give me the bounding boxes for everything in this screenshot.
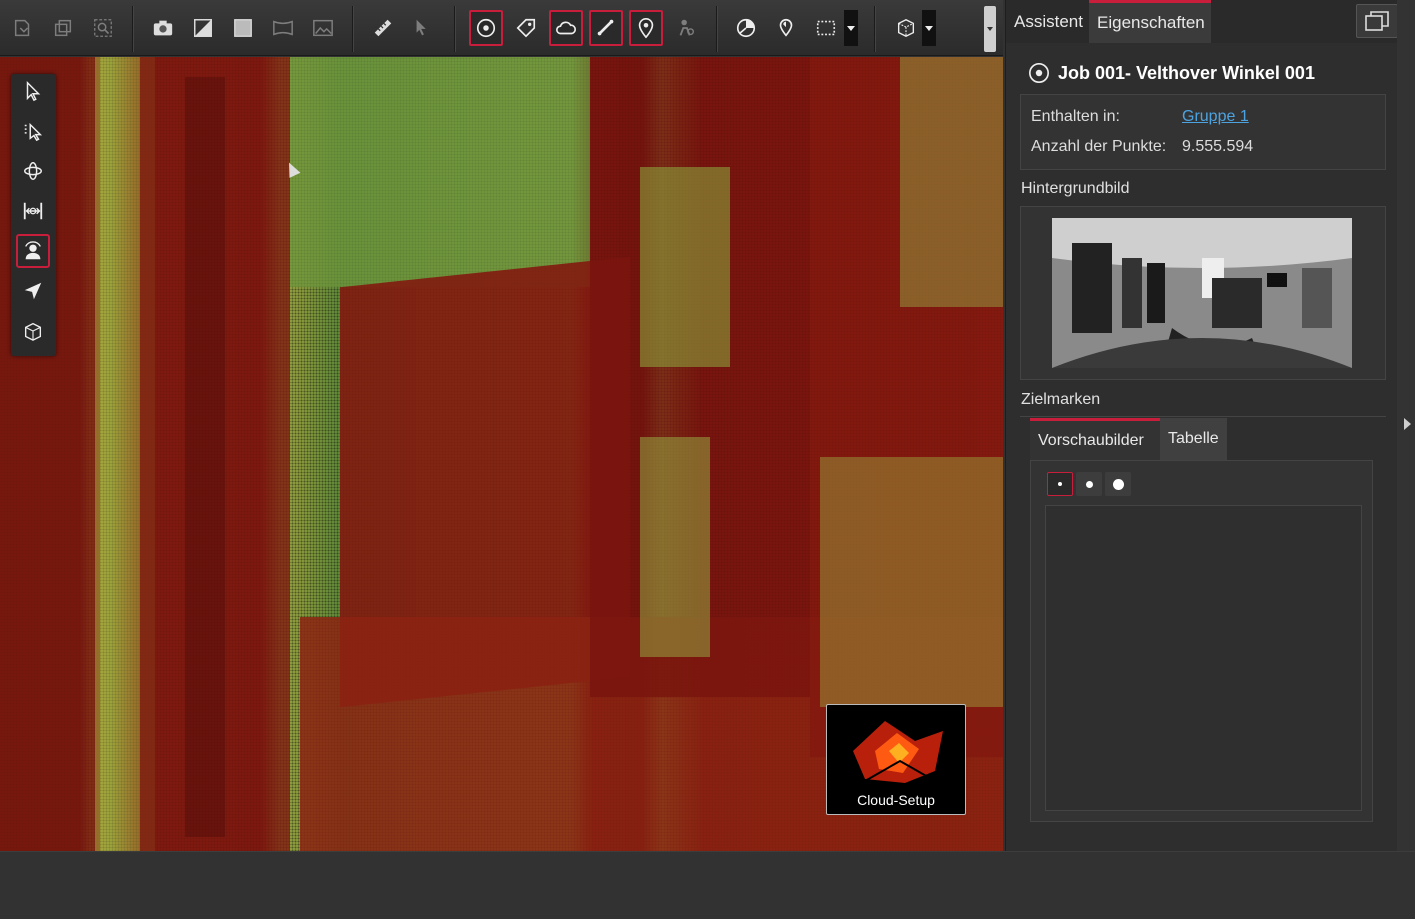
box-3d-icon[interactable]: [16, 314, 50, 348]
select-arrow-icon[interactable]: [16, 74, 50, 108]
measure-pointer-icon[interactable]: [406, 10, 440, 46]
fit-width-icon[interactable]: [16, 194, 50, 228]
toolbar-separator: [352, 6, 354, 52]
import-icon[interactable]: [6, 10, 40, 46]
targets-divider: [1020, 416, 1386, 417]
maximize-icon[interactable]: [1356, 4, 1398, 38]
size-medium-button[interactable]: [1076, 472, 1102, 496]
point-cloud-viewport[interactable]: Cloud-Setup: [0, 57, 1003, 851]
contained-label: Enthalten in:: [1031, 108, 1120, 125]
navigation-palette: [11, 74, 56, 356]
scene-binders: [640, 437, 710, 657]
square-icon[interactable]: [226, 10, 260, 46]
pin-color-icon[interactable]: [769, 10, 803, 46]
scene-shelf-opening: [640, 167, 730, 367]
status-bar: [0, 851, 1415, 919]
zoom-extent-icon[interactable]: [86, 10, 120, 46]
toolbar-separator: [454, 6, 456, 52]
fly-icon[interactable]: [16, 274, 50, 308]
background-box: [1020, 206, 1386, 380]
panorama-thumbnail[interactable]: [1052, 218, 1352, 368]
targets-preview-list[interactable]: [1045, 505, 1362, 811]
tab-previews[interactable]: Vorschaubilder: [1030, 418, 1160, 460]
contrast-icon[interactable]: [186, 10, 220, 46]
info-box: Enthalten in: Gruppe 1 Anzahl der Punkte…: [1020, 94, 1386, 170]
duplicate-icon[interactable]: [46, 10, 80, 46]
camera-icon[interactable]: [146, 10, 180, 46]
panel-collapse-strip[interactable]: [1397, 0, 1415, 851]
location-pin-icon[interactable]: [629, 10, 663, 46]
target-icon: [1029, 63, 1049, 83]
cloud-setup-tile[interactable]: Cloud-Setup: [826, 704, 966, 815]
toolbar-separator: [132, 6, 134, 52]
targets-preview-box: [1030, 460, 1373, 822]
job-title-text: Job 001- Velthover Winkel 001: [1058, 62, 1315, 83]
toolbar-separator: [874, 6, 876, 52]
size-large-button[interactable]: [1105, 472, 1131, 496]
view-dropdown[interactable]: [922, 10, 936, 46]
tag-icon[interactable]: [509, 10, 543, 46]
person-view-icon[interactable]: [16, 234, 50, 268]
target-icon[interactable]: [469, 10, 503, 46]
points-value: 9.555.594: [1182, 138, 1254, 155]
scale-bar-icon[interactable]: [589, 10, 623, 46]
size-small-button[interactable]: [1047, 472, 1073, 496]
scene-binders-right: [820, 457, 1003, 707]
panorama-icon[interactable]: [266, 10, 300, 46]
job-title: Job 001- Velthover Winkel 001: [1028, 62, 1315, 84]
cloud-icon[interactable]: [549, 10, 583, 46]
scene-wall-green: [290, 57, 590, 287]
tab-properties[interactable]: Eigenschaften: [1089, 0, 1211, 43]
targets-title: Zielmarken: [1021, 391, 1101, 408]
collapse-arrow-icon[interactable]: [1404, 418, 1411, 430]
selection-dropdown[interactable]: [844, 10, 858, 46]
walk-icon[interactable]: [669, 10, 703, 46]
panel-tabs: Assistent Eigenschaften: [1006, 0, 1398, 43]
ruler-icon[interactable]: [366, 10, 400, 46]
tab-assistant[interactable]: Assistent: [1006, 0, 1089, 43]
targets-subtabs: Vorschaubilder Tabelle: [1030, 418, 1227, 460]
cloud-setup-thumbnail: [853, 721, 943, 783]
orbit-icon[interactable]: [16, 154, 50, 188]
select-multi-icon[interactable]: [16, 114, 50, 148]
cube-view-icon[interactable]: [889, 10, 923, 46]
pie-chart-icon[interactable]: [729, 10, 763, 46]
cloud-setup-label: Cloud-Setup: [857, 792, 935, 808]
main-toolbar: [0, 0, 1003, 56]
contained-link[interactable]: Gruppe 1: [1182, 108, 1249, 126]
toolbar-overflow-button[interactable]: [984, 6, 996, 52]
points-label: Anzahl der Punkte:: [1031, 138, 1167, 155]
background-title: Hintergrundbild: [1021, 180, 1130, 197]
properties-panel: Assistent Eigenschaften Job 001- Velthov…: [1005, 0, 1398, 851]
tab-table[interactable]: Tabelle: [1160, 418, 1227, 460]
image-icon[interactable]: [306, 10, 340, 46]
scene-door-edge: [185, 77, 225, 837]
selection-box-icon[interactable]: [809, 10, 843, 46]
scene-wall-right: [900, 57, 1003, 307]
toolbar-separator: [716, 6, 718, 52]
